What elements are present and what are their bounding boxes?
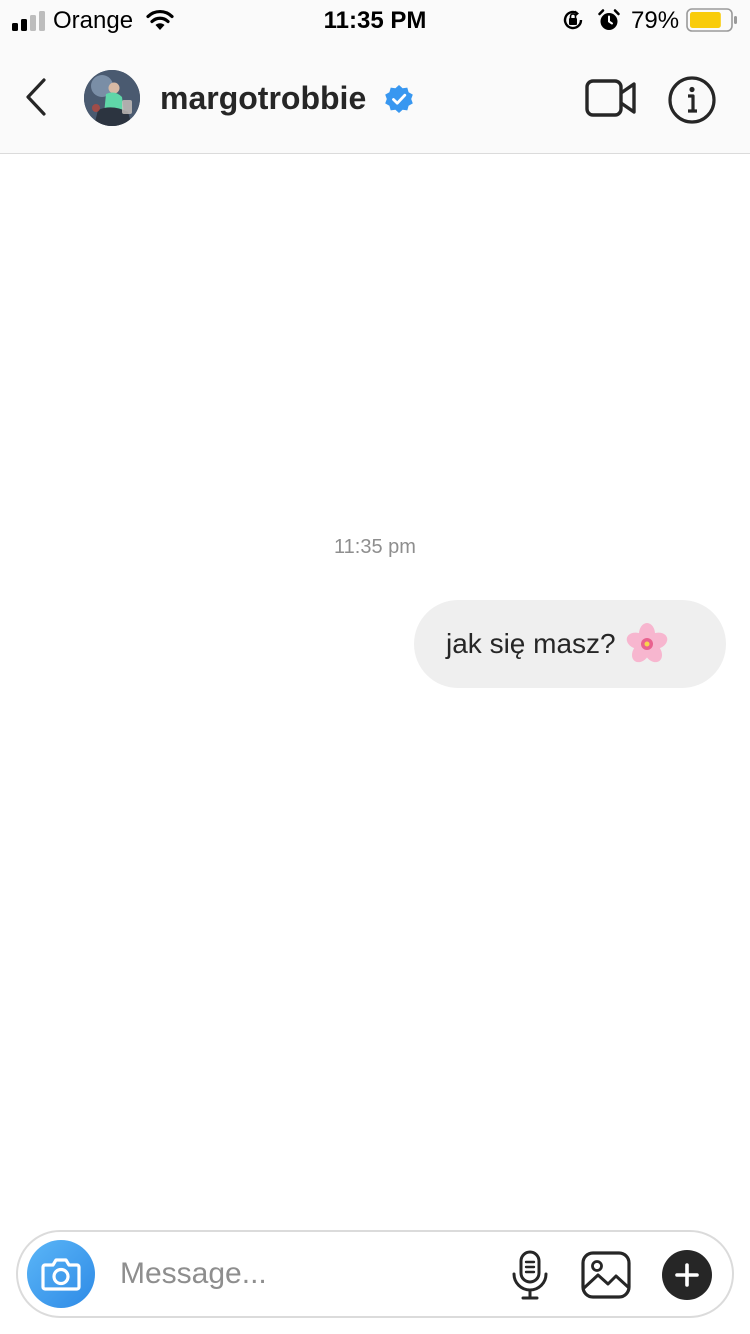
username[interactable]: margotrobbie — [160, 78, 366, 118]
info-button[interactable] — [666, 74, 718, 126]
message-timestamp: 11:35 pm — [334, 536, 416, 558]
outgoing-message-bubble[interactable]: jak się masz? — [414, 600, 726, 688]
message-composer — [16, 1230, 734, 1318]
more-options-button[interactable] — [662, 1250, 712, 1300]
info-icon — [668, 76, 716, 124]
verified-badge-icon — [385, 85, 413, 113]
back-button[interactable] — [14, 72, 58, 122]
message-input[interactable] — [120, 1254, 480, 1294]
cherry-blossom-icon — [626, 623, 667, 663]
message-text: jak się masz? — [446, 628, 616, 659]
alarm-icon — [598, 9, 620, 30]
status-bar: Orange 11:35 PM 79% — [0, 0, 750, 42]
back-chevron-icon — [26, 78, 46, 116]
camera-icon — [41, 1258, 81, 1291]
plus-icon — [675, 1263, 699, 1287]
microphone-icon — [512, 1250, 548, 1300]
battery-percent: 79% — [631, 7, 680, 34]
video-call-button[interactable] — [584, 76, 638, 120]
battery-icon — [686, 8, 737, 32]
profile-photo — [84, 70, 140, 126]
orientation-lock-icon — [563, 10, 583, 30]
voice-message-button[interactable] — [508, 1250, 552, 1300]
avatar[interactable] — [84, 70, 140, 126]
gallery-icon — [581, 1251, 631, 1299]
gallery-button[interactable] — [580, 1250, 632, 1300]
camera-button[interactable] — [27, 1240, 95, 1308]
chat-header: margotrobbie — [0, 42, 750, 154]
video-camera-icon — [585, 79, 636, 117]
